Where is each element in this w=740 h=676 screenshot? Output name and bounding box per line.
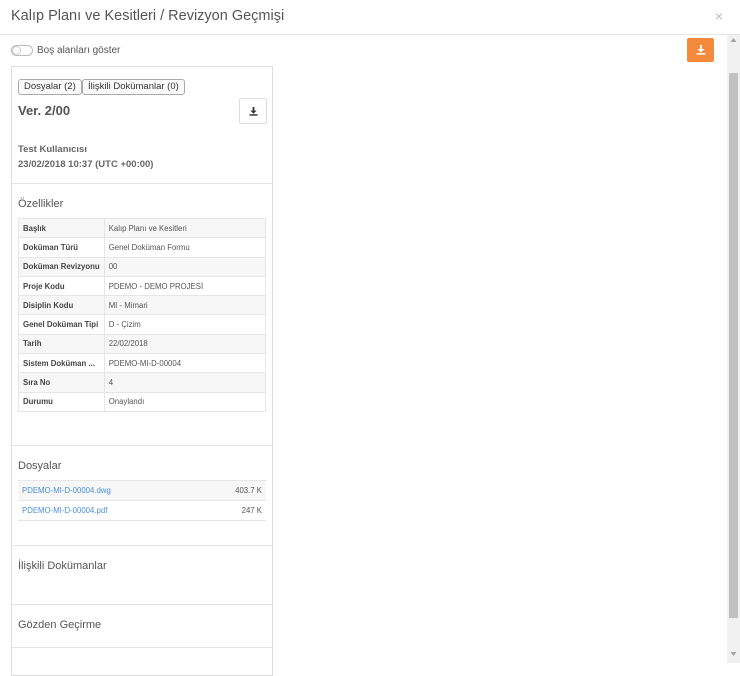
property-key: Başlık — [18, 217, 105, 239]
show-empty-fields-toggle[interactable]: Boş alanları göster — [11, 45, 120, 56]
property-row: Sistem Doküman ... PDEMO-MI-D-00004 — [18, 353, 267, 374]
property-key: Disiplin Kodu — [18, 295, 105, 316]
divider — [12, 647, 272, 648]
related-documents-title: İlişkili Dokümanlar — [18, 560, 107, 572]
revision-date: 23/02/2018 10:37 (UTC +00:00) — [18, 159, 154, 170]
version-label: Ver. 2/00 — [18, 103, 71, 118]
property-key: Durumu — [18, 391, 105, 412]
property-key: Sıra No — [18, 372, 105, 393]
properties-title: Özellikler — [18, 198, 64, 210]
modal-title: Kalıp Planı ve Kesitleri / Revizyon Geçm… — [11, 8, 285, 24]
property-row: Proje Kodu PDEMO - DEMO PROJESİ — [18, 275, 267, 297]
property-value: 22/02/2018 — [103, 333, 267, 355]
property-value: 00 — [103, 256, 267, 277]
property-value: PDEMO - DEMO PROJESİ — [103, 275, 267, 297]
file-row: PDEMO-MI-D-00004.pdf 247 K — [18, 500, 266, 521]
property-row: Doküman Revizyonu 00 — [18, 256, 267, 277]
property-value: D - Çizim — [103, 314, 267, 335]
properties-table: Başlık Kalıp Planı ve Kesitleri Doküman Tü… — [18, 217, 267, 412]
author-name: Test Kullanıcısı — [18, 144, 87, 155]
property-key: Doküman Revizyonu — [18, 256, 105, 277]
property-key: Genel Doküman Tipi — [18, 314, 105, 335]
property-row: Durumu Onaylandı — [18, 391, 267, 412]
property-key: Sistem Doküman ... — [18, 353, 105, 374]
toggle-knob — [12, 46, 21, 55]
property-row: Doküman Türü Genel Doküman Formu — [18, 237, 267, 258]
download-all-button[interactable] — [687, 38, 714, 62]
files-tab-button[interactable]: Dosyalar (2) — [18, 79, 82, 95]
property-key: Tarih — [18, 333, 105, 355]
property-row: Genel Doküman Tipi D - Çizim — [18, 314, 267, 335]
modal-header: Kalıp Planı ve Kesitleri / Revizyon Geçm… — [0, 0, 740, 35]
file-link[interactable]: PDEMO-MI-D-00004.dwg — [18, 480, 201, 501]
files-table: PDEMO-MI-D-00004.dwg 403.7 K PDEMO-MI-D-00… — [18, 480, 266, 521]
property-value: Onaylandı — [103, 391, 267, 412]
divider — [12, 183, 272, 184]
property-value: PDEMO-MI-D-00004 — [103, 353, 267, 374]
download-icon — [696, 45, 705, 55]
property-row: Tarih 22/02/2018 — [18, 333, 267, 355]
review-title: Gözden Geçirme — [18, 619, 102, 631]
divider — [12, 604, 272, 605]
property-value: Genel Doküman Formu — [103, 237, 267, 258]
file-link[interactable]: PDEMO-MI-D-00004.pdf — [18, 500, 201, 521]
property-row: Sıra No 4 — [18, 372, 267, 393]
file-row: PDEMO-MI-D-00004.dwg 403.7 K — [18, 480, 266, 501]
scrollbar-thumb[interactable] — [729, 73, 738, 618]
revision-panel: Dosyalar (2) İlişkili Dokümanlar (0) Ver… — [11, 66, 273, 676]
toggle-switch[interactable] — [11, 45, 33, 56]
close-icon[interactable]: × — [715, 8, 723, 24]
related-documents-tab-button[interactable]: İlişkili Dokümanlar (0) — [82, 79, 185, 95]
property-key: Doküman Türü — [18, 237, 105, 258]
property-value: 4 — [103, 372, 267, 393]
property-row: Başlık Kalıp Planı ve Kesitleri — [18, 217, 267, 239]
property-key: Proje Kodu — [18, 275, 105, 297]
scroll-down-arrow-icon[interactable] — [727, 651, 740, 661]
property-row: Disiplin Kodu MI - Mimari — [18, 295, 267, 316]
property-value: Kalıp Planı ve Kesitleri — [103, 217, 267, 239]
download-version-button[interactable] — [239, 98, 267, 124]
divider — [12, 545, 272, 546]
download-icon — [248, 106, 258, 116]
scrollbar[interactable] — [727, 35, 740, 663]
property-value: MI - Mimari — [103, 295, 267, 316]
file-size: 403.7 K — [200, 480, 266, 501]
toggle-label: Boş alanları göster — [37, 45, 121, 56]
files-title: Dosyalar — [18, 460, 62, 472]
scroll-up-arrow-icon[interactable] — [727, 37, 740, 47]
divider — [12, 445, 272, 446]
file-size: 247 K — [200, 500, 266, 521]
